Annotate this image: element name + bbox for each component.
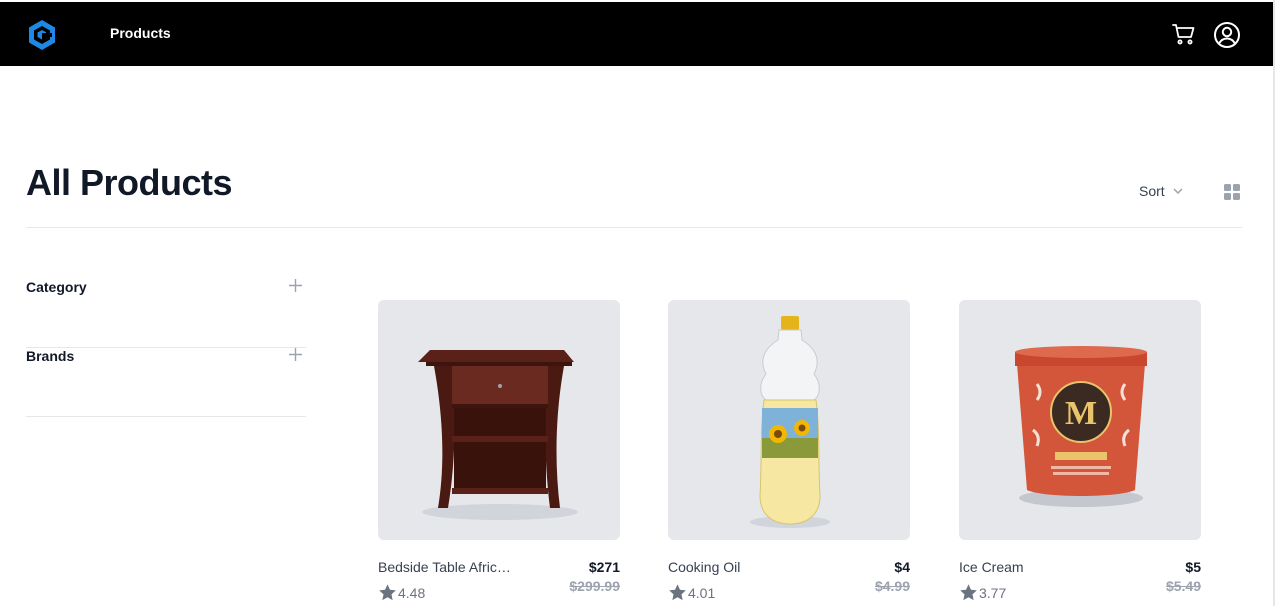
grid-view-icon[interactable] — [1224, 184, 1240, 200]
star-icon — [669, 584, 686, 601]
nav-link-products[interactable]: Products — [110, 25, 171, 41]
star-icon — [960, 584, 977, 601]
ice-cream-tub-image: M — [1015, 346, 1147, 507]
product-card[interactable]: Bedside Table African Cherry $271 $299.9… — [378, 300, 620, 601]
user-circle-icon[interactable] — [1212, 20, 1242, 50]
star-icon — [379, 584, 396, 601]
svg-text:M: M — [1065, 395, 1097, 432]
top-navbar: Products — [0, 2, 1273, 66]
product-rating: 4.48 — [378, 583, 425, 602]
product-image[interactable] — [668, 300, 910, 540]
product-old-price: $299.99 — [569, 578, 620, 594]
product-price: $4 — [894, 559, 910, 575]
brand-logo-icon[interactable] — [27, 19, 57, 51]
filter-category-label: Category — [26, 279, 87, 295]
product-rating: 4.01 — [668, 583, 715, 602]
filter-brands[interactable]: Brands — [26, 348, 306, 417]
product-image[interactable] — [378, 300, 620, 540]
product-price: $5 — [1185, 559, 1201, 575]
product-price: $271 — [588, 559, 620, 575]
cooking-oil-image — [750, 316, 830, 528]
rating-value: 4.48 — [398, 584, 426, 601]
rating-value: 3.77 — [979, 584, 1007, 601]
product-card[interactable]: M Ice Cream $5 $5.49 3.77 — [959, 300, 1201, 601]
product-rating: 3.77 — [959, 583, 1006, 602]
sort-dropdown[interactable]: Sort — [1139, 183, 1185, 199]
product-old-price: $4.99 — [874, 578, 910, 594]
product-card[interactable]: Cooking Oil $4 $4.99 4.01 — [668, 300, 910, 601]
plus-icon[interactable] — [289, 279, 302, 292]
rating-value: 4.01 — [688, 584, 716, 601]
product-old-price: $5.49 — [1165, 578, 1201, 594]
cart-icon[interactable] — [1170, 20, 1198, 48]
product-image[interactable]: M — [959, 300, 1201, 540]
product-name[interactable]: Ice Cream — [959, 559, 1099, 575]
sort-label: Sort — [1139, 183, 1165, 199]
filter-brands-label: Brands — [26, 348, 75, 364]
product-name[interactable]: Bedside Table African Cherry — [378, 559, 518, 575]
chevron-down-icon — [1173, 188, 1183, 195]
filter-category[interactable]: Category — [26, 279, 306, 348]
title-divider — [26, 227, 1242, 228]
page-title: All Products — [26, 162, 233, 203]
bedside-table-image — [418, 350, 578, 520]
plus-icon[interactable] — [289, 348, 302, 361]
product-name[interactable]: Cooking Oil — [668, 559, 808, 575]
